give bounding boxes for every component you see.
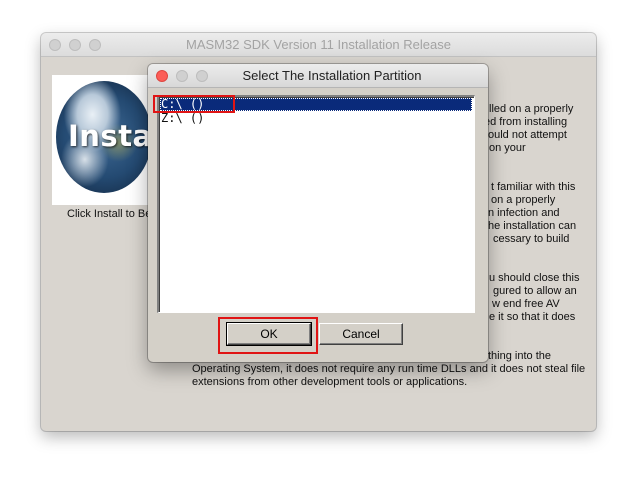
- click-install-caption: Click Install to Be: [67, 208, 152, 220]
- install-globe-logo[interactable]: Install: [52, 75, 173, 205]
- info-text-line: ould not attempt: [488, 129, 567, 141]
- main-titlebar[interactable]: MASM32 SDK Version 11 Installation Relea…: [41, 33, 596, 57]
- partition-item-c[interactable]: C:\ (): [160, 98, 472, 111]
- partition-item-z[interactable]: Z:\ (): [160, 112, 472, 125]
- info-text-line: extensions from other development tools …: [192, 376, 468, 388]
- info-text-line: Operating System, it does not require an…: [192, 363, 586, 375]
- partition-listbox[interactable]: C:\ () Z:\ (): [157, 95, 475, 313]
- info-text-line: u should close this: [489, 272, 580, 284]
- info-text-line: t familiar with this: [491, 181, 576, 193]
- dialog-title: Select The Installation Partition: [242, 68, 422, 83]
- info-text-line: on your: [489, 142, 526, 154]
- info-text-line: gured to allow an: [493, 285, 577, 297]
- dialog-titlebar[interactable]: Select The Installation Partition: [148, 64, 488, 88]
- info-text-line: w end free AV: [492, 298, 560, 310]
- info-text-line: lled on a properly: [489, 103, 574, 115]
- info-text-line: ed from installing: [484, 116, 568, 128]
- ok-button[interactable]: OK: [226, 322, 312, 346]
- info-text-line: cessary to build: [493, 233, 570, 245]
- info-text-line: thing into the: [488, 350, 551, 362]
- main-window-title: MASM32 SDK Version 11 Installation Relea…: [186, 37, 451, 52]
- cancel-button[interactable]: Cancel: [319, 323, 403, 345]
- info-text-line: on a properly: [491, 194, 556, 206]
- info-text-line: e it so that it does: [489, 311, 576, 323]
- info-text-bottom: Operating System, it does not require an…: [192, 363, 585, 389]
- info-text-line: n infection and: [488, 207, 560, 219]
- select-partition-dialog: Select The Installation Partition C:\ ()…: [148, 64, 488, 362]
- info-text-line: he installation can: [488, 220, 577, 232]
